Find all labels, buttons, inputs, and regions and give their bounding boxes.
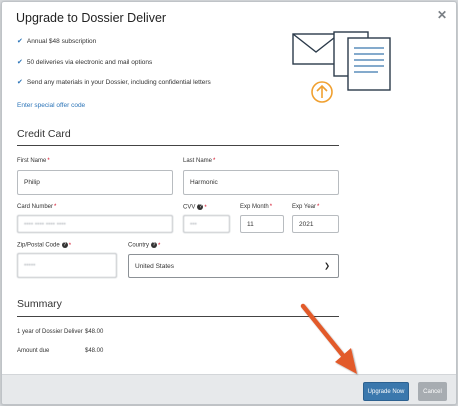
cvv-input[interactable]: ••• — [183, 215, 230, 233]
feature-item: ✔ 50 deliveries via electronic and mail … — [17, 58, 153, 67]
summary-heading: Summary — [17, 298, 62, 310]
last-name-label: Last Name* — [183, 158, 216, 164]
section-divider — [17, 316, 339, 317]
exp-month-label: Exp Month* — [240, 204, 273, 210]
upgrade-modal: Upgrade to Dossier Deliver ✕ ✔ Annual $4… — [1, 1, 457, 405]
card-number-input[interactable]: •••• •••• •••• •••• — [17, 215, 173, 233]
chevron-down-icon: ❯ — [324, 263, 330, 270]
country-label: Country? * — [128, 242, 161, 249]
exp-month-input[interactable]: 11 — [240, 215, 284, 233]
feature-item: ✔ Annual $48 subscription — [17, 37, 97, 46]
cancel-button[interactable]: Cancel — [418, 382, 447, 401]
annotation-arrow-icon — [300, 303, 357, 374]
checkmark-icon: ✔ — [17, 79, 23, 86]
help-icon[interactable]: ? — [61, 242, 68, 248]
close-icon[interactable]: ✕ — [437, 8, 447, 22]
feature-text: Annual $48 subscription — [26, 37, 97, 45]
card-number-label: Card Number* — [17, 204, 57, 210]
exp-year-label: Exp Year* — [292, 204, 320, 210]
summary-row-amount: $48.00 — [85, 329, 104, 335]
upgrade-now-button[interactable]: Upgrade Now — [363, 382, 409, 401]
summary-row-amount: $48.00 — [85, 348, 104, 354]
section-divider — [17, 145, 339, 146]
special-offer-link[interactable]: Enter special offer code — [17, 102, 85, 109]
credit-card-heading: Credit Card — [17, 128, 71, 140]
exp-year-input[interactable]: 2021 — [292, 215, 339, 233]
first-name-input[interactable]: Philip — [17, 170, 173, 195]
documents-upgrade-illustration-icon — [292, 31, 391, 103]
feature-text: 50 deliveries via electronic and mail op… — [26, 58, 153, 66]
country-select[interactable]: United States ❯ — [128, 254, 339, 278]
last-name-input[interactable]: Harmonic — [183, 170, 339, 195]
checkmark-icon: ✔ — [17, 59, 23, 66]
zip-label: Zip/Postal Code? * — [17, 242, 72, 249]
summary-row-label: Amount due — [17, 348, 50, 354]
modal-title: Upgrade to Dossier Deliver — [16, 11, 167, 25]
feature-text: Send any materials in your Dossier, incl… — [26, 78, 211, 86]
country-select-value: United States — [135, 262, 175, 270]
help-icon[interactable]: ? — [151, 242, 158, 248]
feature-item: ✔ Send any materials in your Dossier, in… — [17, 78, 211, 87]
checkmark-icon: ✔ — [17, 38, 23, 45]
help-icon[interactable]: ? — [197, 204, 204, 210]
cvv-label: CVV? * — [183, 204, 207, 211]
zip-input[interactable]: ••••• — [17, 253, 117, 278]
first-name-label: First Name* — [17, 158, 50, 164]
summary-row-label: 1 year of Dossier Deliver — [17, 329, 83, 335]
